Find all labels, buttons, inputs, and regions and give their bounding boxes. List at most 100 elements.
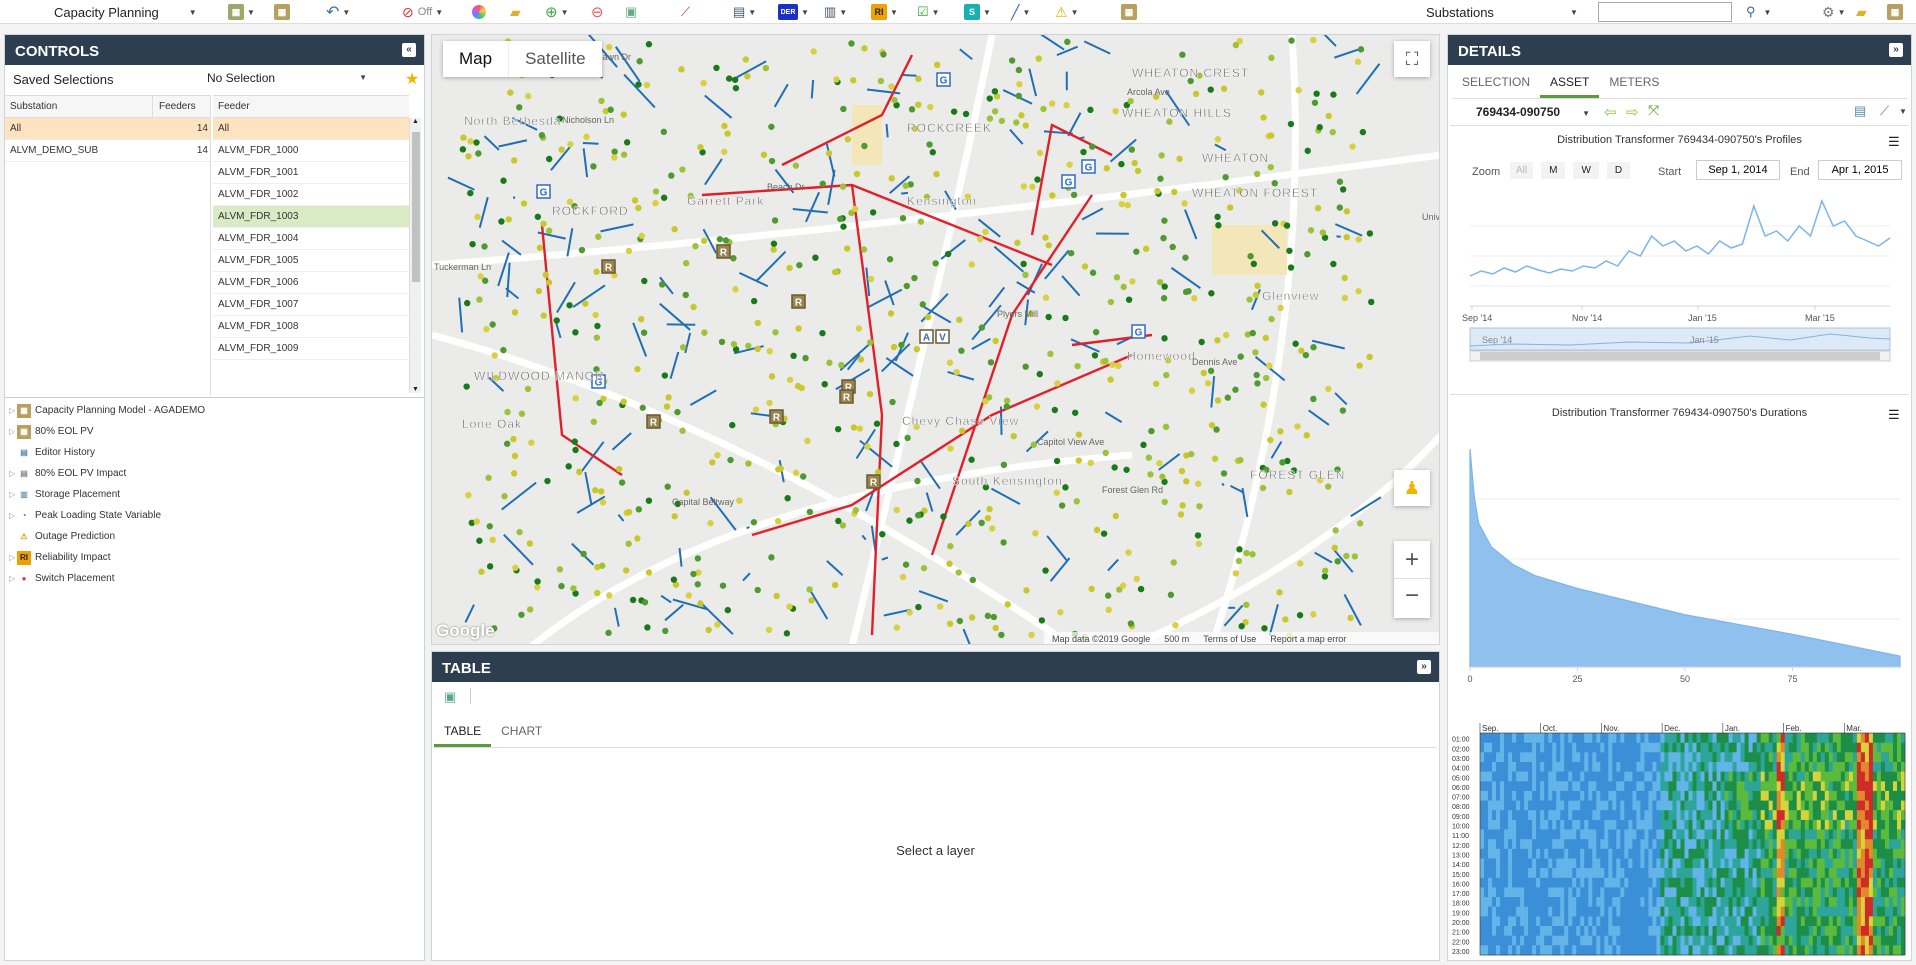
meter-point[interactable] — [664, 483, 671, 490]
meter-point[interactable] — [1188, 387, 1196, 394]
meter-point[interactable] — [1366, 230, 1374, 237]
meter-point[interactable] — [1296, 611, 1304, 619]
meter-point[interactable] — [578, 246, 586, 254]
chart-options-icon[interactable]: ⟋ — [1880, 103, 1889, 119]
map-type-map-button[interactable]: Map — [443, 41, 508, 77]
meter-point[interactable] — [1211, 455, 1219, 462]
meter-point[interactable] — [1214, 397, 1222, 404]
meter-point[interactable] — [792, 162, 800, 169]
meter-point[interactable] — [1118, 200, 1126, 208]
meter-point[interactable] — [1329, 128, 1336, 136]
layer-tree-item[interactable]: ▤ Editor History — [5, 442, 424, 463]
search-button[interactable]: ⚲ ▼ — [1746, 2, 1771, 22]
meter-point[interactable] — [936, 603, 944, 610]
meter-point[interactable] — [1224, 394, 1232, 401]
meter-point[interactable] — [1169, 243, 1176, 251]
meter-point[interactable] — [545, 227, 553, 234]
meter-point[interactable] — [991, 88, 999, 95]
meter-point[interactable] — [812, 254, 819, 261]
meter-point[interactable] — [1147, 471, 1154, 478]
meter-point[interactable] — [463, 383, 470, 390]
meter-point[interactable] — [1286, 488, 1293, 496]
meter-point[interactable] — [774, 517, 782, 525]
meter-point[interactable] — [1277, 304, 1284, 312]
meter-point[interactable] — [700, 237, 708, 245]
open-button[interactable]: ▰ — [510, 2, 521, 22]
meter-point[interactable] — [1181, 200, 1188, 207]
meter-point[interactable] — [1018, 112, 1025, 119]
meter-point[interactable] — [754, 345, 761, 353]
meter-point[interactable] — [721, 148, 728, 155]
collapse-right-icon[interactable]: » — [1889, 43, 1903, 57]
meter-point[interactable] — [744, 73, 751, 80]
meter-point[interactable] — [1042, 294, 1050, 301]
meter-point[interactable] — [987, 359, 995, 366]
meter-point[interactable] — [1034, 176, 1041, 183]
meter-point[interactable] — [504, 408, 511, 416]
meter-point[interactable] — [500, 346, 507, 354]
meter-point[interactable] — [1062, 484, 1069, 491]
feeders-column-header[interactable]: Feeders — [153, 96, 196, 117]
meter-point[interactable] — [1067, 249, 1075, 257]
feeder-line[interactable] — [885, 123, 889, 138]
meter-point[interactable] — [795, 325, 802, 332]
meter-point[interactable] — [545, 155, 553, 163]
meter-point[interactable] — [640, 329, 648, 336]
meter-point[interactable] — [977, 235, 984, 243]
meter-point[interactable] — [582, 300, 589, 307]
meter-point[interactable] — [536, 244, 544, 251]
meter-point[interactable] — [946, 359, 954, 366]
meter-point[interactable] — [467, 138, 474, 145]
meter-point[interactable] — [906, 517, 913, 524]
meter-point[interactable] — [571, 438, 578, 445]
meter-point[interactable] — [636, 58, 643, 65]
folder-button[interactable]: ▰ — [1856, 2, 1867, 22]
meter-point[interactable] — [593, 268, 600, 275]
meter-point[interactable] — [1276, 589, 1283, 596]
meter-point[interactable] — [1200, 369, 1207, 377]
meter-point[interactable] — [1133, 248, 1140, 255]
meter-point[interactable] — [1070, 191, 1078, 199]
meter-point[interactable] — [634, 365, 641, 373]
meter-point[interactable] — [1334, 558, 1341, 565]
feeder-scrollbar[interactable]: ▲ ▼ — [409, 118, 421, 393]
meter-point[interactable] — [1051, 406, 1059, 414]
meter-point[interactable] — [1115, 362, 1122, 370]
meter-point[interactable] — [821, 380, 828, 388]
meter-point[interactable] — [1137, 585, 1145, 593]
meter-point[interactable] — [1015, 92, 1022, 100]
meter-point[interactable] — [535, 287, 543, 295]
meter-point[interactable] — [1127, 97, 1134, 105]
meter-point[interactable] — [1102, 357, 1109, 365]
zoom-week-button[interactable]: W — [1573, 162, 1599, 179]
map-view[interactable]: G G G G G G R R R R R R R R A V North Bethesda WHEATON CR… — [431, 34, 1440, 645]
meter-point[interactable] — [893, 506, 900, 514]
substation-column-header[interactable]: Substation — [10, 96, 153, 117]
meter-point[interactable] — [482, 277, 489, 284]
meter-point[interactable] — [786, 603, 793, 610]
meter-point[interactable] — [927, 103, 934, 111]
meter-point[interactable] — [956, 316, 963, 323]
meter-point[interactable] — [915, 75, 922, 83]
undo-button[interactable]: ↶ ▼ — [326, 2, 350, 22]
meter-point[interactable] — [524, 385, 532, 393]
meter-point[interactable] — [660, 128, 668, 136]
star-icon[interactable]: ★ — [405, 69, 419, 89]
meter-point[interactable] — [1238, 623, 1245, 630]
meter-point[interactable] — [1314, 204, 1322, 212]
meter-point[interactable] — [969, 576, 976, 584]
meter-point[interactable] — [1258, 89, 1265, 96]
meter-point[interactable] — [1220, 85, 1228, 92]
meter-point[interactable] — [671, 226, 678, 233]
regulator-marker[interactable]: R — [646, 414, 661, 429]
meter-point[interactable] — [867, 275, 875, 283]
meter-point[interactable] — [567, 141, 574, 148]
meter-point[interactable] — [730, 255, 737, 262]
report-map-error-link[interactable]: Report a map error — [1270, 634, 1346, 644]
meter-point[interactable] — [1192, 90, 1200, 98]
meter-point[interactable] — [1109, 361, 1116, 368]
meter-point[interactable] — [944, 250, 952, 258]
meter-point[interactable] — [1366, 353, 1373, 361]
duration-area[interactable] — [1469, 448, 1901, 668]
meter-point[interactable] — [558, 146, 565, 153]
